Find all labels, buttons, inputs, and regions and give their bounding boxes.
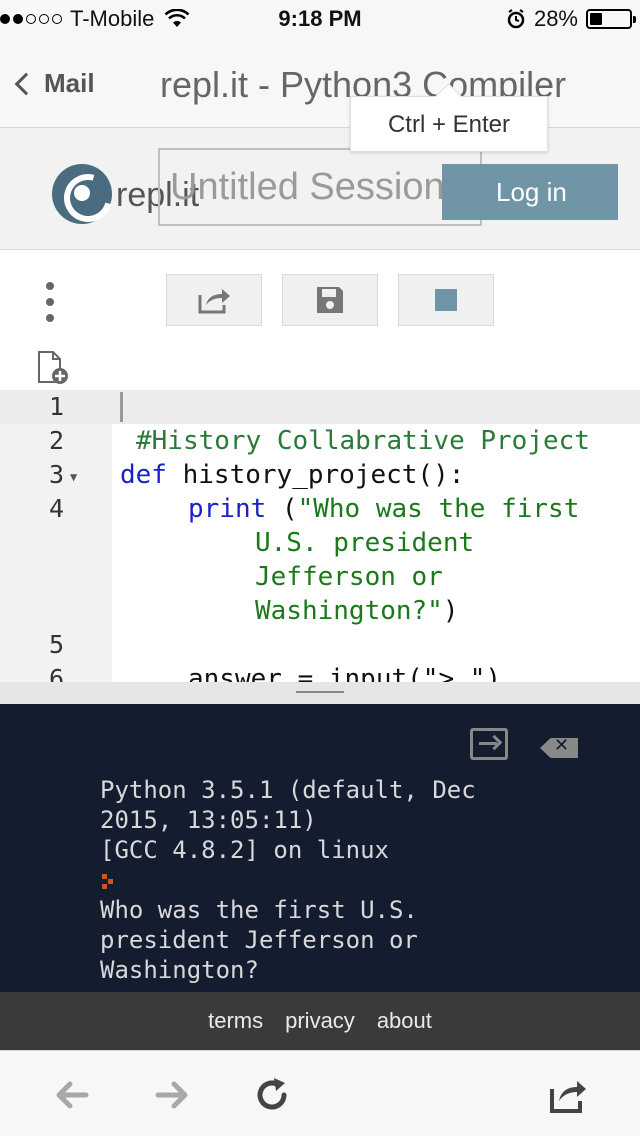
battery-icon [586, 9, 636, 29]
string-part: Washington?" [255, 596, 443, 626]
about-link[interactable]: about [377, 1008, 432, 1034]
line-number: 5 [48, 630, 64, 659]
editor-toolbar [0, 250, 640, 390]
text-cursor [120, 392, 123, 422]
save-icon [317, 287, 343, 313]
console-line: Python 3.5.1 (default, Dec [100, 776, 476, 804]
string-part: Jefferson or [255, 562, 443, 592]
more-options-icon[interactable] [44, 282, 56, 322]
console-output[interactable]: ✕ Python 3.5.1 (default, Dec 2015, 13:05… [0, 704, 640, 992]
console-line: Who was the first U.S. [100, 896, 418, 924]
active-line-highlight [0, 390, 640, 424]
privacy-link[interactable]: privacy [285, 1008, 355, 1034]
session-name-input[interactable] [158, 148, 482, 226]
alarm-icon [507, 9, 525, 29]
battery-percent: 28% [533, 6, 578, 31]
line-number: 2 [48, 426, 64, 455]
replit-logo-icon[interactable] [52, 164, 112, 224]
print-close-paren: ) [442, 596, 459, 626]
code-comment: #History Collabrative Project [136, 426, 590, 456]
code-editor[interactable]: 1 2 3 ▼ 4 5 6 #History Collabrative Proj… [0, 390, 640, 682]
clear-console-icon[interactable]: ✕ [540, 738, 578, 758]
new-file-icon[interactable] [36, 350, 70, 386]
console-line: president Jefferson or [100, 926, 418, 954]
line-number: 4 [48, 494, 64, 523]
back-to-mail-button[interactable]: Mail [14, 68, 95, 99]
status-bar: T-Mobile 9:18 PM 28% [0, 0, 640, 40]
back-label: Mail [44, 68, 95, 98]
console-input-icon[interactable] [470, 728, 508, 760]
code-line-string-end: Washington?") [255, 596, 459, 626]
stop-button[interactable] [398, 274, 494, 326]
code-line-input: answer = input("> ") [188, 664, 502, 682]
line-number: 1 [48, 392, 64, 421]
forward-arrow-icon[interactable] [152, 1075, 192, 1115]
console-line: [GCC 4.8.2] on linux [100, 836, 389, 864]
stop-icon [435, 289, 457, 311]
share-button[interactable] [166, 274, 262, 326]
grip-icon [296, 691, 344, 693]
prompt-icon [102, 874, 114, 889]
share-page-icon[interactable] [548, 1075, 588, 1115]
function-signature: history_project(): [166, 460, 465, 490]
save-button[interactable] [282, 274, 378, 326]
keyword-print: print [188, 494, 267, 524]
status-right: 28% [506, 6, 636, 32]
login-button[interactable]: Log in [442, 164, 618, 220]
browser-toolbar [0, 1050, 640, 1136]
run-shortcut-tooltip: Ctrl + Enter [350, 96, 548, 152]
string-part: "Who was the first [297, 494, 580, 524]
clear-console-symbol: ✕ [554, 735, 570, 756]
console-line: 2015, 13:05:11) [100, 806, 317, 834]
print-open-paren: ( [266, 494, 298, 524]
console-line: Washington? [100, 956, 259, 984]
reload-icon[interactable] [252, 1075, 292, 1115]
line-number: 3 [48, 460, 64, 489]
pane-resize-handle[interactable] [0, 682, 640, 704]
keyword-def: def [120, 460, 167, 490]
back-arrow-icon[interactable] [52, 1075, 92, 1115]
terms-link[interactable]: terms [208, 1008, 263, 1034]
footer-links: terms privacy about [0, 992, 640, 1050]
code-line-def: def history_project(): [120, 460, 464, 490]
chevron-left-icon [14, 72, 38, 95]
line-number: 6 [48, 664, 64, 682]
share-icon [198, 289, 230, 314]
code-line-print: print ("Who was the first [188, 494, 579, 524]
string-part: U.S. president [255, 528, 475, 558]
fold-arrow-icon[interactable]: ▼ [70, 470, 77, 484]
